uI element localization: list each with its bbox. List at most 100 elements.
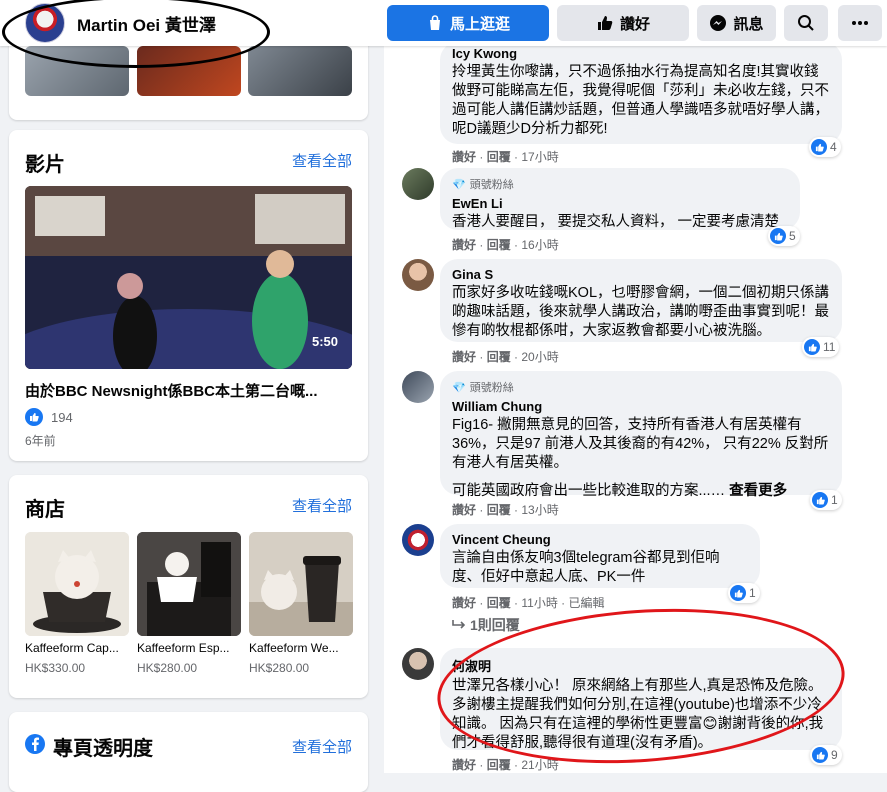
video-thumbnail[interactable]: 5:50	[25, 186, 352, 369]
page-avatar[interactable]	[25, 3, 65, 43]
see-more-link[interactable]: 查看更多	[729, 483, 787, 499]
shop-item-image[interactable]	[137, 532, 241, 636]
comment-text: 香港人要醒目， 要提交私人資料， 一定要考慮清楚	[452, 214, 780, 230]
transparency-see-all-link[interactable]: 查看全部	[292, 736, 352, 757]
comment-author[interactable]: 何淑明	[452, 656, 830, 675]
shop-item-price: HK$280.00	[137, 661, 198, 675]
messenger-icon	[710, 15, 727, 31]
message-button[interactable]: 訊息	[697, 5, 776, 41]
commenter-avatar[interactable]	[402, 524, 434, 556]
thumbs-up-icon	[597, 16, 613, 30]
comment-author[interactable]: Vincent Cheung	[452, 532, 748, 547]
comment-actions: 讚好 · 回覆 · 13小時	[452, 503, 559, 517]
reaction-count: 5	[789, 229, 796, 243]
reaction-count: 1	[831, 493, 838, 507]
comment-author[interactable]: Gina S	[452, 267, 830, 282]
comment-reactions[interactable]: 9	[810, 745, 842, 765]
more-options-button[interactable]	[838, 5, 882, 41]
comment-actions: 讚好 · 回覆 · 17小時	[452, 150, 559, 164]
shop-item-price: HK$330.00	[25, 661, 86, 675]
like-reaction-icon	[812, 492, 828, 508]
espresso-cups-image	[137, 532, 241, 636]
photo-thumbnail[interactable]	[137, 46, 241, 96]
reaction-count: 9	[831, 748, 838, 762]
comment-time[interactable]: 11小時	[521, 596, 557, 610]
comment-like-link[interactable]: 讚好	[452, 238, 476, 252]
comment-like-link[interactable]: 讚好	[452, 758, 476, 772]
page-header-bar: Martin Oei 黃世澤 馬上逛逛 讚好 訊息	[0, 0, 887, 68]
reply-arrow-icon	[452, 620, 466, 629]
comment-reply-link[interactable]: 回覆	[487, 503, 511, 517]
comment-bubble: 💎 頭號粉絲 EwEn Li 香港人要醒目， 要提交私人資料， 一定要考慮清楚	[440, 168, 800, 230]
comment-reactions[interactable]: 11	[802, 337, 840, 357]
video-duration: 5:50	[311, 334, 338, 349]
comment-reply-link[interactable]: 回覆	[487, 758, 511, 772]
shop-item-image[interactable]	[249, 532, 353, 636]
comment-bubble: 💎 頭號粉絲 William Chung Fig16- 撇開無意見的回答，支持所有…	[440, 371, 842, 499]
comment-reply-link[interactable]: 回覆	[487, 238, 511, 252]
view-replies-link[interactable]: 1則回覆	[452, 615, 520, 635]
video-like-count[interactable]: 194	[51, 410, 73, 425]
shop-item-name[interactable]: Kaffeeform Esp...	[137, 641, 241, 655]
comment-text-continued: 可能英國政府會出一些比較進取的方案...…	[452, 483, 726, 499]
page-name[interactable]: Martin Oei 黃世澤	[77, 11, 216, 36]
shop-item-name[interactable]: Kaffeeform We...	[249, 641, 353, 655]
comment-bubble: Gina S 而家好多收咗錢嘅KOL，乜嘢膠會網，一個二個初期只係講啲趣味話題，…	[440, 259, 842, 342]
comment-reply-link[interactable]: 回覆	[487, 596, 511, 610]
video-age: 6年前	[25, 434, 56, 448]
comment-time[interactable]: 16小時	[521, 238, 558, 252]
shop-now-button[interactable]: 馬上逛逛	[387, 5, 549, 41]
comment-reactions[interactable]: 5	[768, 226, 800, 246]
comment-text: 而家好多收咗錢嘅KOL，乜嘢膠會網，一個二個初期只係講啲趣味話題，後來就學人講政…	[452, 285, 830, 339]
like-reaction-icon	[804, 339, 820, 355]
comment-author[interactable]: EwEn Li	[452, 196, 788, 211]
edited-label: 已編輯	[568, 596, 605, 610]
comment-like-link[interactable]: 讚好	[452, 150, 476, 164]
shop-heading: 商店	[25, 499, 65, 521]
like-reaction-icon	[25, 408, 43, 426]
diamond-icon: 💎	[452, 381, 466, 394]
comment-reply-link[interactable]: 回覆	[487, 150, 511, 164]
comment-reply-link[interactable]: 回覆	[487, 350, 511, 364]
search-button[interactable]	[784, 5, 828, 41]
comment-bubble: Vincent Cheung 言論自由係友响3個telegram谷都見到佢响度、…	[440, 524, 760, 588]
comment-text: 世澤兄各樣小心！ 原來網絡上有那些人,真是恐怖及危險。多謝樓主提醒我們如何分別,…	[452, 678, 824, 751]
search-icon	[798, 15, 814, 31]
comment-time[interactable]: 13小時	[521, 503, 558, 517]
comment-actions: 讚好 · 回覆 · 21小時	[452, 758, 559, 772]
video-title[interactable]: 由於BBC Newsnight係BBC本土第二台嘅...	[25, 380, 318, 401]
top-fan-badge: 💎 頭號粉絲	[452, 381, 514, 395]
commenter-avatar[interactable]	[402, 371, 434, 403]
top-fan-badge: 💎 頭號粉絲	[452, 178, 514, 192]
comment-time[interactable]: 20小時	[521, 350, 558, 364]
like-reaction-icon	[730, 585, 746, 601]
videos-see-all-link[interactable]: 查看全部	[292, 150, 352, 171]
comment-reactions[interactable]: 1	[728, 583, 760, 603]
shop-now-label: 馬上逛逛	[449, 15, 510, 33]
commenter-avatar[interactable]	[402, 168, 434, 200]
comment-reactions[interactable]: 1	[810, 490, 842, 510]
reaction-count: 4	[830, 140, 837, 154]
like-reaction-icon	[811, 139, 827, 155]
weducer-cup-image	[249, 532, 353, 636]
shop-item-name[interactable]: Kaffeeform Cap...	[25, 641, 129, 655]
shopping-bag-icon	[429, 15, 440, 30]
comment-text: 拎埋黃生你嚟講，只不過係抽水行為提高知名度!其實收錢做野可能睇高左佢，我覺得呢個…	[452, 64, 829, 137]
comment-time[interactable]: 21小時	[521, 758, 558, 772]
commenter-avatar[interactable]	[402, 648, 434, 680]
shop-see-all-link[interactable]: 查看全部	[292, 495, 352, 516]
photo-thumbnail[interactable]	[25, 46, 129, 96]
comment-reactions[interactable]: 4	[809, 137, 841, 157]
comment-bubble: 何淑明 世澤兄各樣小心！ 原來網絡上有那些人,真是恐怖及危險。多謝樓主提醒我們如…	[440, 648, 842, 751]
comment-author[interactable]: William Chung	[452, 399, 830, 414]
photo-thumbnail[interactable]	[248, 46, 352, 96]
shop-item-image[interactable]	[25, 532, 129, 636]
comment-time[interactable]: 17小時	[521, 150, 558, 164]
comment-like-link[interactable]: 讚好	[452, 596, 476, 610]
comment-like-link[interactable]: 讚好	[452, 350, 476, 364]
comment-author[interactable]: Icy Kwong	[452, 46, 830, 61]
comment-like-link[interactable]: 讚好	[452, 503, 476, 517]
shop-item-price: HK$280.00	[249, 661, 310, 675]
commenter-avatar[interactable]	[402, 259, 434, 291]
like-page-button[interactable]: 讚好	[557, 5, 689, 41]
